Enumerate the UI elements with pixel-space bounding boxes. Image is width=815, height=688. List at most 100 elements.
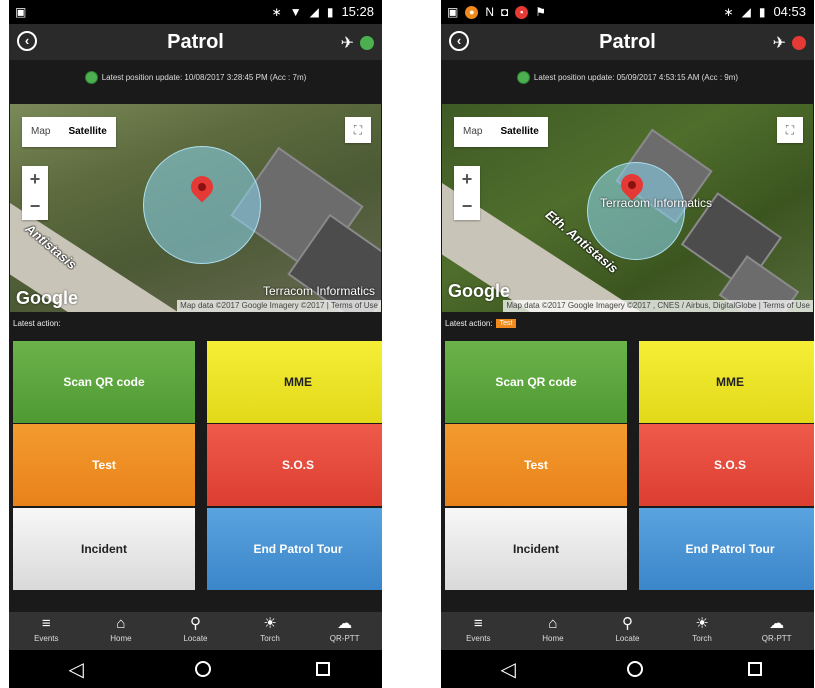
map-type-toggle: Map Satellite [22, 117, 116, 147]
company-label: Terracom Informatics [262, 284, 375, 298]
nav-events[interactable]: ≡ Events [9, 612, 84, 650]
latest-action: Latest action: [13, 319, 61, 328]
scan-qr-button[interactable]: Scan QR code [13, 341, 195, 423]
nav-home[interactable]: ⌂ Home [84, 612, 159, 650]
system-nav-bar: ◁ [441, 650, 814, 688]
alert-notification-icon: ▪ [515, 5, 529, 19]
battery-icon: ▮ [758, 4, 766, 19]
zoom-in-button[interactable]: + [22, 166, 48, 193]
app-bar: ‹ Patrol ✈ [9, 24, 382, 60]
system-nav-bar: ◁ [9, 650, 382, 688]
sun-icon: ☀ [695, 615, 709, 632]
satellite-icon: ✈ [772, 35, 786, 52]
status-bar: ▣ ● N ◘ ▪ ⚑ ∗ ◢ ▮ 04:53 [441, 0, 814, 24]
nav-locate[interactable]: ⚲ Locate [158, 612, 233, 650]
satellite-map[interactable]: Antistasis Map Satellite + − ⛶ Terracom … [10, 104, 381, 312]
sun-icon: ☀ [263, 615, 277, 632]
nav-torch[interactable]: ☀ Torch [233, 612, 308, 650]
google-logo: Google [448, 281, 510, 301]
status-bar: ▣ ∗ ▼ ◢ ▮ 15:28 [9, 0, 382, 24]
zoom-out-button[interactable]: − [454, 193, 480, 220]
zoom-in-button[interactable]: + [454, 166, 480, 193]
sos-button[interactable]: S.O.S [207, 424, 382, 506]
notification-icons: ▣ ● N ◘ ▪ ⚑ [447, 5, 546, 19]
fullscreen-icon[interactable]: ⛶ [777, 117, 803, 143]
system-back-icon[interactable]: ◁ [61, 657, 91, 682]
database-stack-icon: ≡ [473, 615, 483, 632]
app-notification-icon: ● [465, 5, 479, 19]
nav-home[interactable]: ⌂ Home [516, 612, 591, 650]
system-back-icon[interactable]: ◁ [493, 657, 523, 682]
end-patrol-tour-button[interactable]: End Patrol Tour [639, 508, 814, 590]
map-type-toggle: Map Satellite [454, 117, 548, 147]
system-home-icon[interactable] [627, 661, 644, 677]
accuracy-circle [143, 146, 261, 264]
incident-button[interactable]: Incident [13, 508, 195, 590]
connection-status-dot [792, 36, 806, 50]
phone-screen-right: ▣ ● N ◘ ▪ ⚑ ∗ ◢ ▮ 04:53 ‹ Patrol ✈ Lates… [441, 0, 814, 688]
nav-qr-ptt[interactable]: ☁ QR-PTT [739, 612, 814, 650]
bluetooth-icon: ∗ [723, 4, 734, 19]
gps-status-icon [84, 70, 98, 84]
nav-qr-ptt[interactable]: ☁ QR-PTT [307, 612, 382, 650]
signal-icon: ◢ [741, 4, 751, 19]
cloud-upload-icon: ☁ [769, 615, 785, 632]
home-icon: ⌂ [116, 615, 126, 632]
sos-button[interactable]: S.O.S [639, 424, 814, 506]
mme-button[interactable]: MME [207, 341, 382, 423]
position-update-text: Latest position update: 05/09/2017 4:53:… [533, 72, 739, 82]
satellite-icon: ✈ [340, 35, 354, 52]
home-icon: ⌂ [548, 615, 558, 632]
zoom-controls: + − [454, 166, 480, 220]
gallery-notification-icon: ▣ [447, 5, 459, 19]
system-home-icon[interactable] [195, 661, 212, 677]
status-time: 15:28 [341, 4, 374, 19]
map-type-map[interactable]: Map [454, 117, 491, 147]
map-attribution[interactable]: Map data ©2017 Google Imagery ©2017 | Te… [177, 300, 381, 312]
map-type-satellite[interactable]: Satellite [59, 117, 115, 147]
cloud-upload-icon: ☁ [337, 615, 353, 632]
location-pin-icon: ⚲ [621, 615, 633, 632]
mme-button[interactable]: MME [639, 341, 814, 423]
test-button[interactable]: Test [445, 424, 627, 506]
map-type-satellite[interactable]: Satellite [491, 117, 547, 147]
incident-button[interactable]: Incident [445, 508, 627, 590]
system-recents-icon[interactable] [315, 662, 330, 676]
nav-torch[interactable]: ☀ Torch [665, 612, 740, 650]
notification-icons: ▣ [15, 5, 26, 19]
status-time: 04:53 [773, 4, 806, 19]
connection-status-dot [360, 36, 374, 50]
latest-action-label: Latest action: [445, 319, 493, 328]
zoom-out-button[interactable]: − [22, 193, 48, 220]
gps-status-icon [516, 70, 530, 84]
map-type-map[interactable]: Map [22, 117, 59, 147]
nav-events[interactable]: ≡ Events [441, 612, 516, 650]
latest-action-label: Latest action: [13, 319, 61, 328]
fullscreen-icon[interactable]: ⛶ [345, 117, 371, 143]
zoom-controls: + − [22, 166, 48, 220]
bottom-nav: ≡ Events ⌂ Home ⚲ Locate ☀ Torch ☁ QR-PT… [441, 612, 814, 650]
satellite-map[interactable]: Eth. Antistasis Map Satellite + − ⛶ Terr… [442, 104, 813, 312]
system-status-icons: ∗ ◢ ▮ 04:53 [724, 4, 806, 19]
test-button[interactable]: Test [13, 424, 195, 506]
wifi-icon: ▼ [289, 4, 302, 19]
map-attribution[interactable]: Map data ©2017 Google Imagery ©2017 , CN… [503, 300, 813, 312]
shield-notification-icon: ◘ [501, 5, 509, 19]
latest-action-badge: Test [495, 319, 517, 328]
gallery-notification-icon: ▣ [15, 5, 27, 19]
latest-action: Latest action: Test [445, 319, 517, 328]
position-update: Latest position update: 05/09/2017 4:53:… [441, 60, 814, 94]
location-pin-icon: ⚲ [189, 615, 201, 632]
page-title: Patrol [599, 31, 656, 53]
n-notification-icon: N [485, 5, 495, 19]
signal-icon: ◢ [309, 4, 319, 19]
bluetooth-icon: ∗ [271, 4, 282, 19]
system-recents-icon[interactable] [747, 662, 762, 676]
nav-locate[interactable]: ⚲ Locate [590, 612, 665, 650]
phone-screen-left: ▣ ∗ ▼ ◢ ▮ 15:28 ‹ Patrol ✈ Latest positi… [9, 0, 382, 688]
scan-qr-button[interactable]: Scan QR code [445, 341, 627, 423]
end-patrol-tour-button[interactable]: End Patrol Tour [207, 508, 382, 590]
flag-notification-icon: ⚑ [535, 5, 547, 19]
system-status-icons: ∗ ▼ ◢ ▮ 15:28 [272, 4, 374, 19]
company-label: Terracom Informatics [600, 196, 713, 210]
